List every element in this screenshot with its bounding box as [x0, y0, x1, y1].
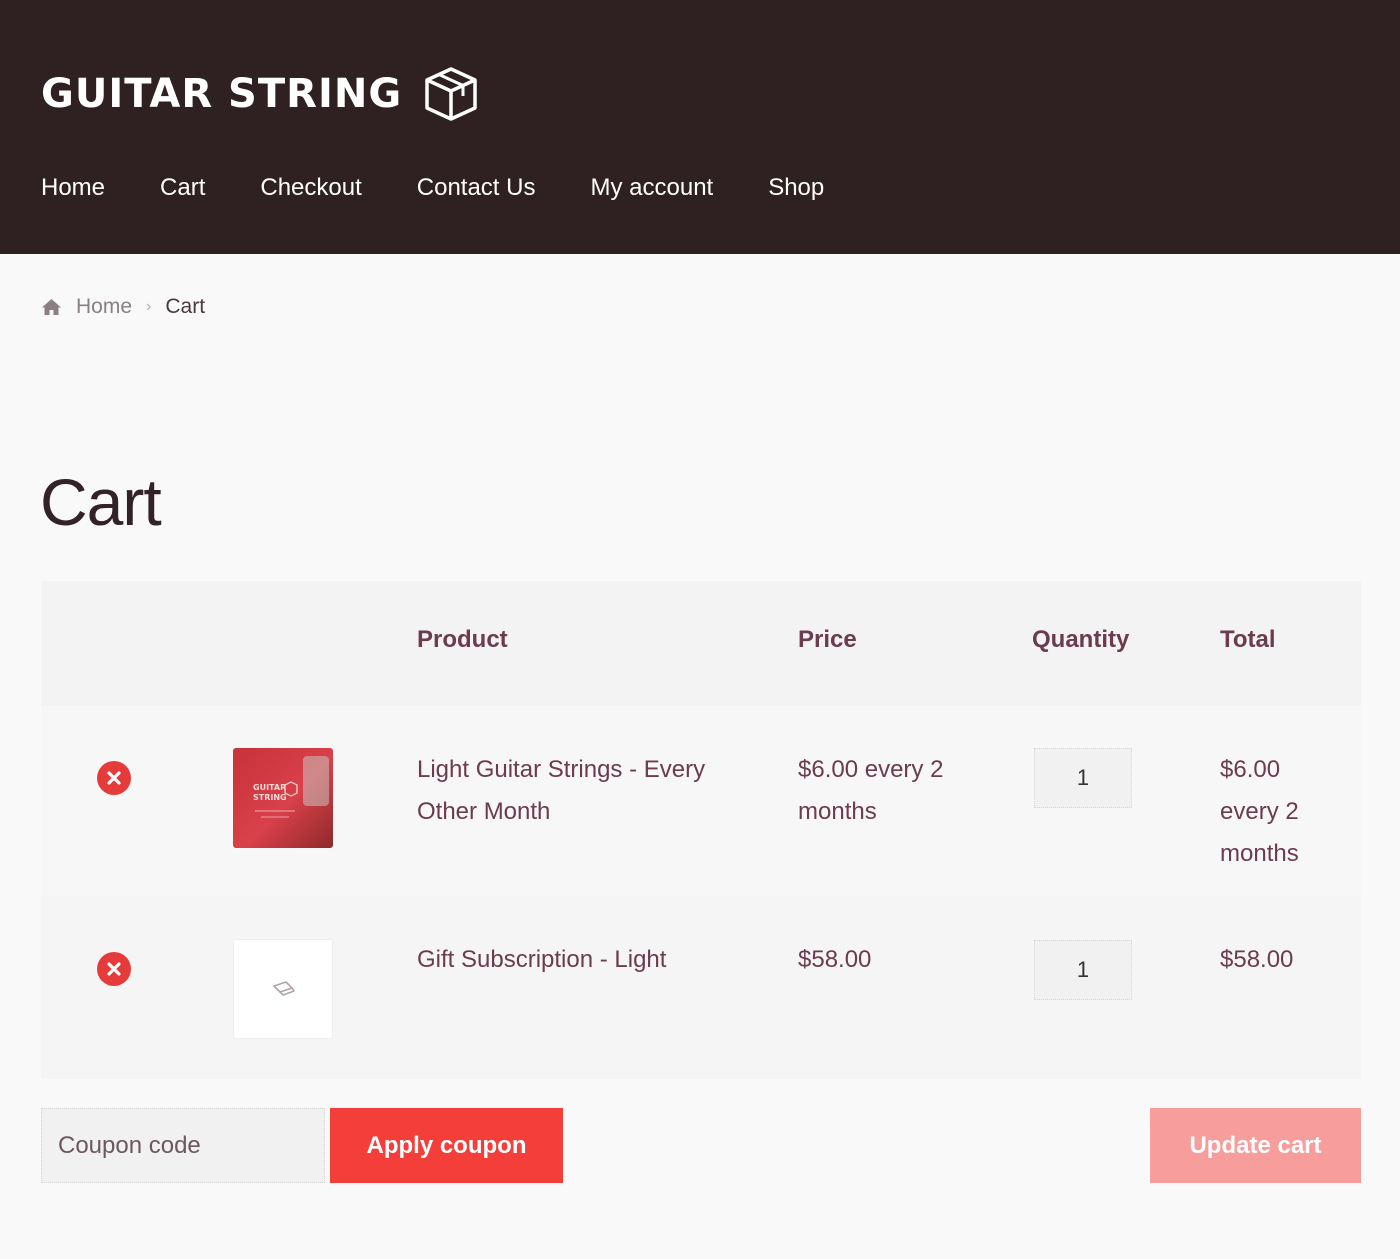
- table-row: Gift Subscription - Light $58.00 1 $58.0…: [41, 896, 1361, 1079]
- price-line: $6.00 every 2: [798, 756, 944, 783]
- main-nav: Home Cart Checkout Contact Us My account…: [41, 168, 879, 208]
- column-header-quantity: Quantity: [1032, 626, 1130, 653]
- item-price: $58.00: [798, 946, 872, 973]
- remove-item-button[interactable]: [97, 952, 131, 986]
- total-line: every 2: [1220, 798, 1299, 825]
- coupon-code-input[interactable]: Coupon code: [41, 1108, 325, 1183]
- site-header: GUITAR STRING Home Cart Checkout Contact…: [0, 0, 1400, 254]
- total-line: $6.00: [1220, 756, 1281, 783]
- logo-text: GUITAR STRING: [41, 71, 403, 117]
- update-cart-button[interactable]: Update cart: [1150, 1108, 1361, 1183]
- page-title: Cart: [40, 465, 162, 539]
- table-row: GUITAR STRING Light Guitar Strings - Eve…: [41, 706, 1361, 896]
- table-header: Product Price Quantity Total: [41, 581, 1361, 706]
- cart-table: Product Price Quantity Total GUITAR STRI…: [41, 581, 1361, 1079]
- box-icon: [425, 67, 477, 121]
- breadcrumb-home-link[interactable]: Home: [76, 295, 132, 319]
- quantity-input[interactable]: 1: [1034, 748, 1132, 808]
- item-total: $6.00 every 2 months: [1220, 749, 1299, 875]
- price-line: months: [798, 798, 877, 825]
- nav-item-shop[interactable]: Shop: [768, 168, 824, 208]
- quantity-input[interactable]: 1: [1034, 940, 1132, 1000]
- nav-item-home[interactable]: Home: [41, 168, 105, 208]
- nav-item-my-account[interactable]: My account: [590, 168, 713, 208]
- close-icon: [107, 771, 121, 785]
- product-name-link[interactable]: Gift Subscription - Light: [417, 939, 666, 981]
- thumbnail-logo-line2: STRING: [253, 793, 287, 802]
- remove-item-button[interactable]: [97, 761, 131, 795]
- thumbnail-logo-line1: GUITAR: [253, 783, 286, 792]
- item-total: $58.00: [1220, 946, 1294, 973]
- nav-item-checkout[interactable]: Checkout: [260, 168, 361, 208]
- nav-item-contact-us[interactable]: Contact Us: [417, 168, 536, 208]
- total-line: months: [1220, 840, 1299, 867]
- placeholder-image-icon: [273, 981, 295, 996]
- home-icon: [42, 299, 61, 315]
- column-header-price: Price: [798, 626, 857, 653]
- product-name-line: Light Guitar Strings - Every: [417, 756, 706, 783]
- column-header-total: Total: [1220, 626, 1276, 653]
- apply-coupon-button[interactable]: Apply coupon: [330, 1108, 563, 1183]
- chevron-right-icon: ›: [146, 298, 152, 315]
- product-name-link[interactable]: Light Guitar Strings - Every Other Month: [417, 749, 705, 833]
- product-thumbnail[interactable]: GUITAR STRING: [233, 748, 333, 848]
- breadcrumb-current: Cart: [165, 295, 206, 318]
- guitar-string-package-image: GUITAR STRING: [253, 756, 329, 818]
- item-price: $6.00 every 2 months: [798, 749, 943, 833]
- site-logo[interactable]: GUITAR STRING: [41, 64, 478, 124]
- close-icon: [107, 962, 121, 976]
- column-header-product: Product: [417, 626, 508, 653]
- product-thumbnail[interactable]: [233, 939, 333, 1039]
- nav-item-cart[interactable]: Cart: [160, 168, 205, 208]
- breadcrumb: Home › Cart: [41, 292, 205, 322]
- product-name-line: Other Month: [417, 798, 551, 825]
